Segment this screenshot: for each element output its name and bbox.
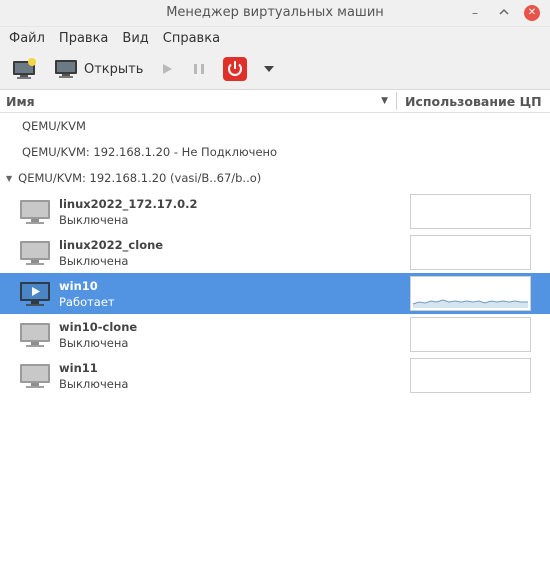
vm-running-icon <box>20 281 50 306</box>
vm-name: linux2022_clone <box>59 237 164 252</box>
vm-row[interactable]: win11 Выключена <box>0 355 550 396</box>
vm-status: Выключена <box>59 253 129 268</box>
vm-name: win10-clone <box>59 319 138 334</box>
connection-row[interactable]: QEMU/KVM: 192.168.1.20 - Не Подключено <box>0 139 550 165</box>
pause-button[interactable] <box>187 53 211 85</box>
vm-status: Выключена <box>59 376 129 391</box>
cpu-usage-graph <box>410 358 531 393</box>
play-icon <box>163 64 173 74</box>
menu-help[interactable]: Справка <box>156 31 227 46</box>
minimize-icon[interactable]: – <box>466 4 484 22</box>
cpu-usage-graph <box>410 235 531 270</box>
vm-row[interactable]: win10-clone Выключена <box>0 314 550 355</box>
monitor-icon <box>55 60 77 78</box>
menu-bar: Файл Правка Вид Справка <box>0 27 550 49</box>
shutdown-button[interactable] <box>219 53 251 85</box>
new-vm-icon <box>13 58 36 79</box>
connection-row[interactable]: ▼ QEMU/KVM: 192.168.1.20 (vasi/B..67/b..… <box>0 165 550 191</box>
cpu-usage-graph <box>410 194 531 229</box>
expander-icon[interactable]: ▼ <box>6 174 12 183</box>
close-icon[interactable]: ✕ <box>524 5 540 21</box>
sort-down-icon: ▼ <box>381 95 388 106</box>
vm-row-selected[interactable]: win10 Работает <box>0 273 550 314</box>
vm-list: QEMU/KVM QEMU/KVM: 192.168.1.20 - Не Под… <box>0 113 550 396</box>
vm-name: linux2022_172.17.0.2 <box>59 196 198 211</box>
vm-status: Выключена <box>59 335 129 350</box>
run-button[interactable] <box>155 53 179 85</box>
open-button[interactable]: Открыть <box>50 53 147 85</box>
vm-row[interactable]: linux2022_clone Выключена <box>0 232 550 273</box>
connection-label: QEMU/KVM <box>22 119 86 133</box>
title-bar: Менеджер виртуальных машин – ✕ <box>0 0 550 27</box>
toolbar: Открыть <box>0 49 550 90</box>
vm-off-icon <box>20 240 50 265</box>
pause-icon <box>194 64 205 74</box>
vm-name: win10 <box>59 278 98 293</box>
vm-off-icon <box>20 199 50 224</box>
column-header: Имя ▼ Использование ЦП <box>0 90 550 113</box>
vm-status: Выключена <box>59 212 129 227</box>
column-cpu-label: Использование ЦП <box>405 93 542 109</box>
connection-label: QEMU/KVM: 192.168.1.20 - Не Подключено <box>22 145 278 159</box>
vm-status: Работает <box>59 294 115 309</box>
vm-off-icon <box>20 363 50 388</box>
menu-view[interactable]: Вид <box>115 31 155 46</box>
vm-off-icon <box>20 322 50 347</box>
column-cpu[interactable]: Использование ЦП <box>397 94 542 109</box>
open-label: Открыть <box>84 61 144 77</box>
new-vm-button[interactable] <box>8 53 42 85</box>
menu-file[interactable]: Файл <box>2 31 52 46</box>
power-icon <box>223 57 248 81</box>
menu-edit[interactable]: Правка <box>52 31 115 46</box>
cpu-usage-graph <box>410 317 531 352</box>
column-name-label: Имя <box>6 93 35 109</box>
chevron-down-icon <box>264 66 275 72</box>
column-name[interactable]: Имя ▼ <box>0 94 396 109</box>
connection-label: QEMU/KVM: 192.168.1.20 (vasi/B..67/b..o) <box>18 171 262 185</box>
vm-row[interactable]: linux2022_172.17.0.2 Выключена <box>0 191 550 232</box>
vm-name: win11 <box>59 360 98 375</box>
shutdown-menu-button[interactable] <box>259 53 279 85</box>
maximize-icon[interactable] <box>495 4 513 22</box>
connection-row[interactable]: QEMU/KVM <box>0 113 550 139</box>
cpu-usage-graph <box>410 276 531 311</box>
